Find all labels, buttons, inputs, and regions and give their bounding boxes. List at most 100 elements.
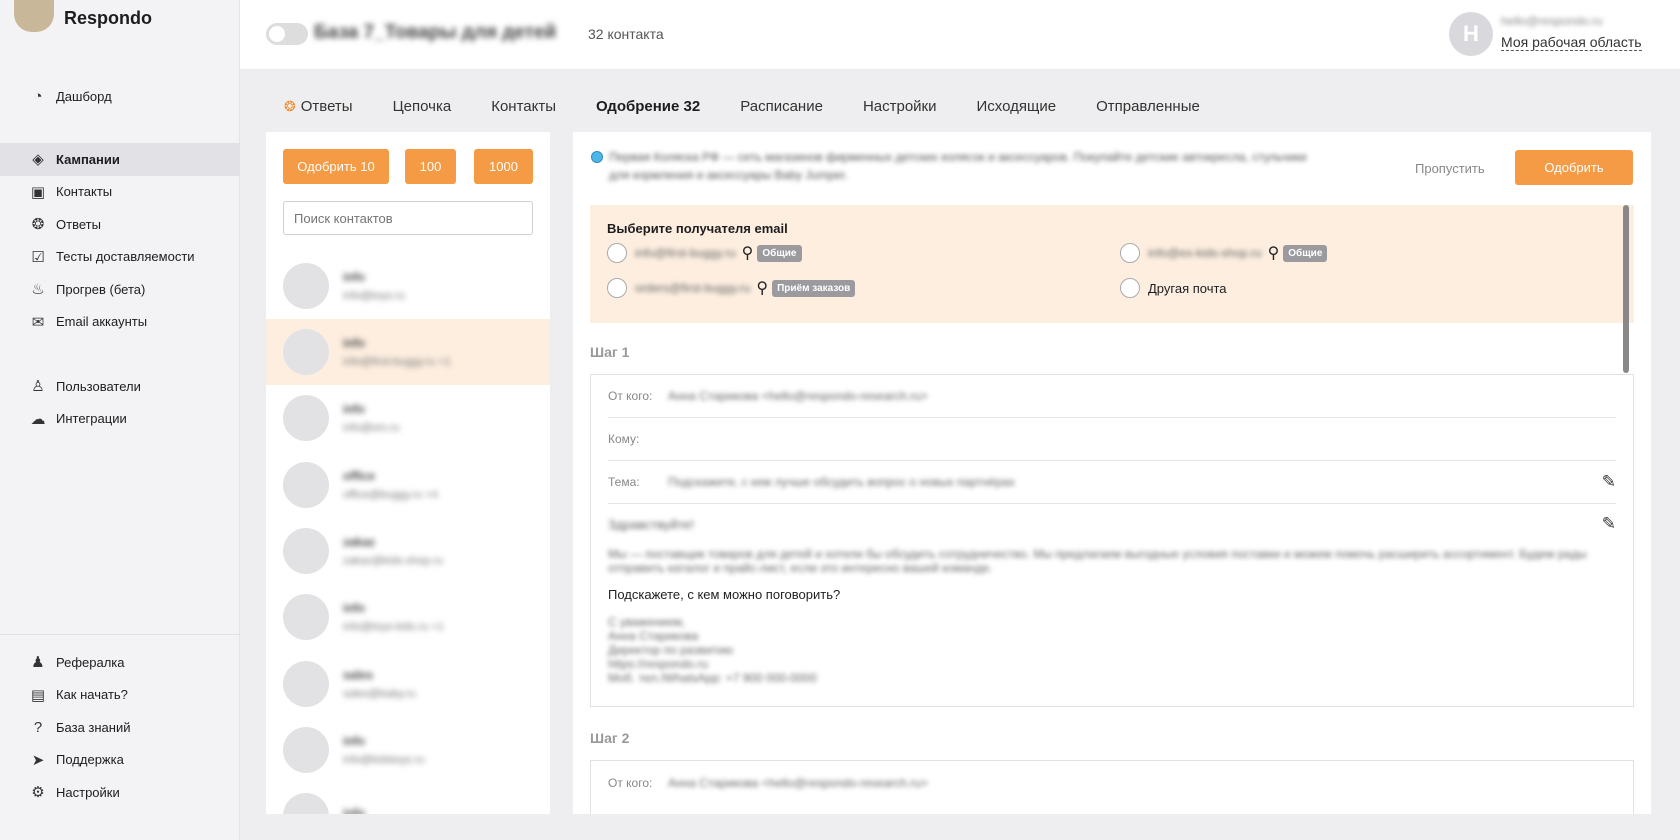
avatar [283,594,329,640]
avatar[interactable]: H [1449,12,1493,56]
sidebar-item-label: Интеграции [56,411,127,427]
step-2-label: Шаг 2 [590,730,630,746]
sidebar-item-label: Прогрев (бета) [56,281,146,297]
tab-contacts[interactable]: Контакты [491,92,556,120]
list-item[interactable]: info info@toys.ru [266,253,550,319]
company-description: Первая Коляска РФ — сеть магазинов фирме… [609,150,1307,182]
avatar [283,727,329,773]
sidebar-item-label: Как начать? [56,687,128,703]
from-row: От кого: Анна Старикова <hello@respondo-… [608,375,1616,418]
gear-icon: ⚙ [31,784,45,802]
contact-name: office [343,469,376,483]
sidebar-item-dashboard[interactable]: ◔ Дашборд [0,80,240,113]
radio-button[interactable] [1120,243,1140,263]
tab-sequence[interactable]: Цепочка [393,92,452,120]
recipient-option[interactable]: info@ex-kids-shop.ru ⚲ Общие [1120,243,1328,263]
search-input[interactable] [283,201,533,235]
edit-subject-icon[interactable]: ✎ [1602,472,1616,492]
user-icon: ♙ [31,378,45,396]
radio-button[interactable] [607,278,627,298]
list-item[interactable]: info [266,783,550,814]
sidebar-item-contacts[interactable]: ▣ Контакты [0,176,240,209]
tab-outbox[interactable]: Исходящие [977,92,1057,120]
list-item[interactable]: zakaz zakaz@kids-shop.ru [266,518,550,584]
search-icon[interactable]: ⚲ [1268,243,1280,263]
sidebar-item-support[interactable]: ➤ Поддержка [0,744,240,777]
skip-button[interactable]: Пропустить [1415,161,1485,176]
mail-icon: ✉ [31,313,45,331]
cloud-icon: ☁ [30,410,46,428]
recipient-option-other[interactable]: Другая почта [1120,278,1227,298]
logo[interactable]: Respondo [14,0,152,36]
tab-settings[interactable]: Настройки [863,92,937,120]
list-item[interactable]: info info@sm.ru [266,385,550,451]
recipient-option[interactable]: info@first-buggy.ru ⚲ Общие [607,243,802,263]
sidebar-item-replies[interactable]: ❂ Ответы [0,208,240,241]
from-value: Анна Старикова <hello@respondo-research.… [668,389,928,403]
avatar [283,793,329,814]
sidebar-item-deliverability[interactable]: ☑ Тесты доставляемости [0,241,240,274]
approve-10-button[interactable]: Одобрить 10 [283,149,389,184]
sidebar-item-label: Рефералка [56,654,125,670]
scrollbar[interactable] [1623,205,1629,373]
sidebar-item-integrations[interactable]: ☁ Интеграции [0,403,240,436]
step-2-card: От кого: Анна Старикова <hello@respondo-… [590,760,1634,814]
sidebar-item-users[interactable]: ♙ Пользователи [0,370,240,403]
list-item[interactable]: info info@kidstoys.ru [266,717,550,783]
sidebar-item-label: База знаний [56,719,131,735]
to-row: Кому: [608,418,1616,461]
email-question: Подскажете, с кем можно поговорить? [608,587,841,602]
from-label: От кого: [608,775,653,790]
search-icon[interactable]: ⚲ [742,243,754,263]
campaign-toggle[interactable] [266,23,308,45]
status-dot-icon [591,151,603,163]
contact-name: info [343,734,365,748]
sidebar-item-getting-started[interactable]: ▤ Как начать? [0,679,240,712]
recipient-badge: Приём заказов [772,279,856,297]
sidebar: Respondo ◔ Дашборд ◈ Кампании ▣ Контакты… [0,0,240,840]
list-item[interactable]: office office@buggy.ru +4 [266,452,550,518]
contact-name: info [343,402,365,416]
sidebar-item-warmup[interactable]: ♨ Прогрев (бета) [0,273,240,306]
search-icon[interactable]: ⚲ [756,278,768,298]
nav-main: ◔ Дашборд [0,80,240,113]
contacts-count: 32 контакта [588,26,664,42]
workspace-link[interactable]: Моя рабочая область [1501,34,1642,51]
logo-icon [14,0,54,32]
help-icon: ? [33,718,43,736]
contact-name: info [343,601,365,615]
sidebar-item-knowledge-base[interactable]: ? База знаний [0,711,240,744]
edit-body-icon[interactable]: ✎ [1602,514,1616,534]
dashboard-icon: ◔ [33,87,43,105]
email-greeting: Здравствуйте! [608,517,695,532]
recipient-email: info@first-buggy.ru [635,246,736,260]
radio-button[interactable] [607,243,627,263]
tab-replies[interactable]: ❂ Ответы [284,92,353,120]
sidebar-item-email-accounts[interactable]: ✉ Email аккаунты [0,306,240,339]
user-email: hello@respondo.ru [1501,14,1603,28]
sidebar-item-label: Пользователи [56,378,141,394]
sidebar-item-referral[interactable]: ♟ Рефералка [0,646,240,679]
avatar [283,462,329,508]
approve-100-button[interactable]: 100 [405,149,456,184]
list-item[interactable]: info info@first-buggy.ru +1 [266,319,550,385]
tab-sent[interactable]: Отправленные [1096,92,1200,120]
contact-name: info [343,806,365,814]
subject-row: Тема: Подскажите, с кем лучше обсудить в… [608,461,1616,504]
nav-campaigns: ◈ Кампании ▣ Контакты ❂ Ответы ☑ Тесты д… [0,143,240,338]
list-item[interactable]: info info@toys-kids.ru +1 [266,584,550,650]
approve-button[interactable]: Одобрить [1515,150,1633,185]
recipient-option[interactable]: orders@first-buggy.ru ⚲ Приём заказов [607,278,856,298]
contact-email: info@toys.ru [343,290,405,302]
sidebar-item-label: Поддержка [56,752,124,768]
tab-schedule[interactable]: Расписание [740,92,823,120]
sidebar-item-campaigns[interactable]: ◈ Кампании [0,143,240,176]
sidebar-item-settings[interactable]: ⚙ Настройки [0,776,240,809]
approve-1000-button[interactable]: 1000 [474,149,533,184]
contacts-panel: Одобрить 10 100 1000 info info@toys.ru in… [266,132,550,814]
campaign-tabs: ❂ Ответы Цепочка Контакты Одобрение 32 Р… [284,92,1240,120]
contacts-icon: ▣ [30,183,46,201]
list-item[interactable]: sales sales@baby.ru [266,651,550,717]
radio-button[interactable] [1120,278,1140,298]
tab-approval[interactable]: Одобрение 32 [596,92,700,120]
